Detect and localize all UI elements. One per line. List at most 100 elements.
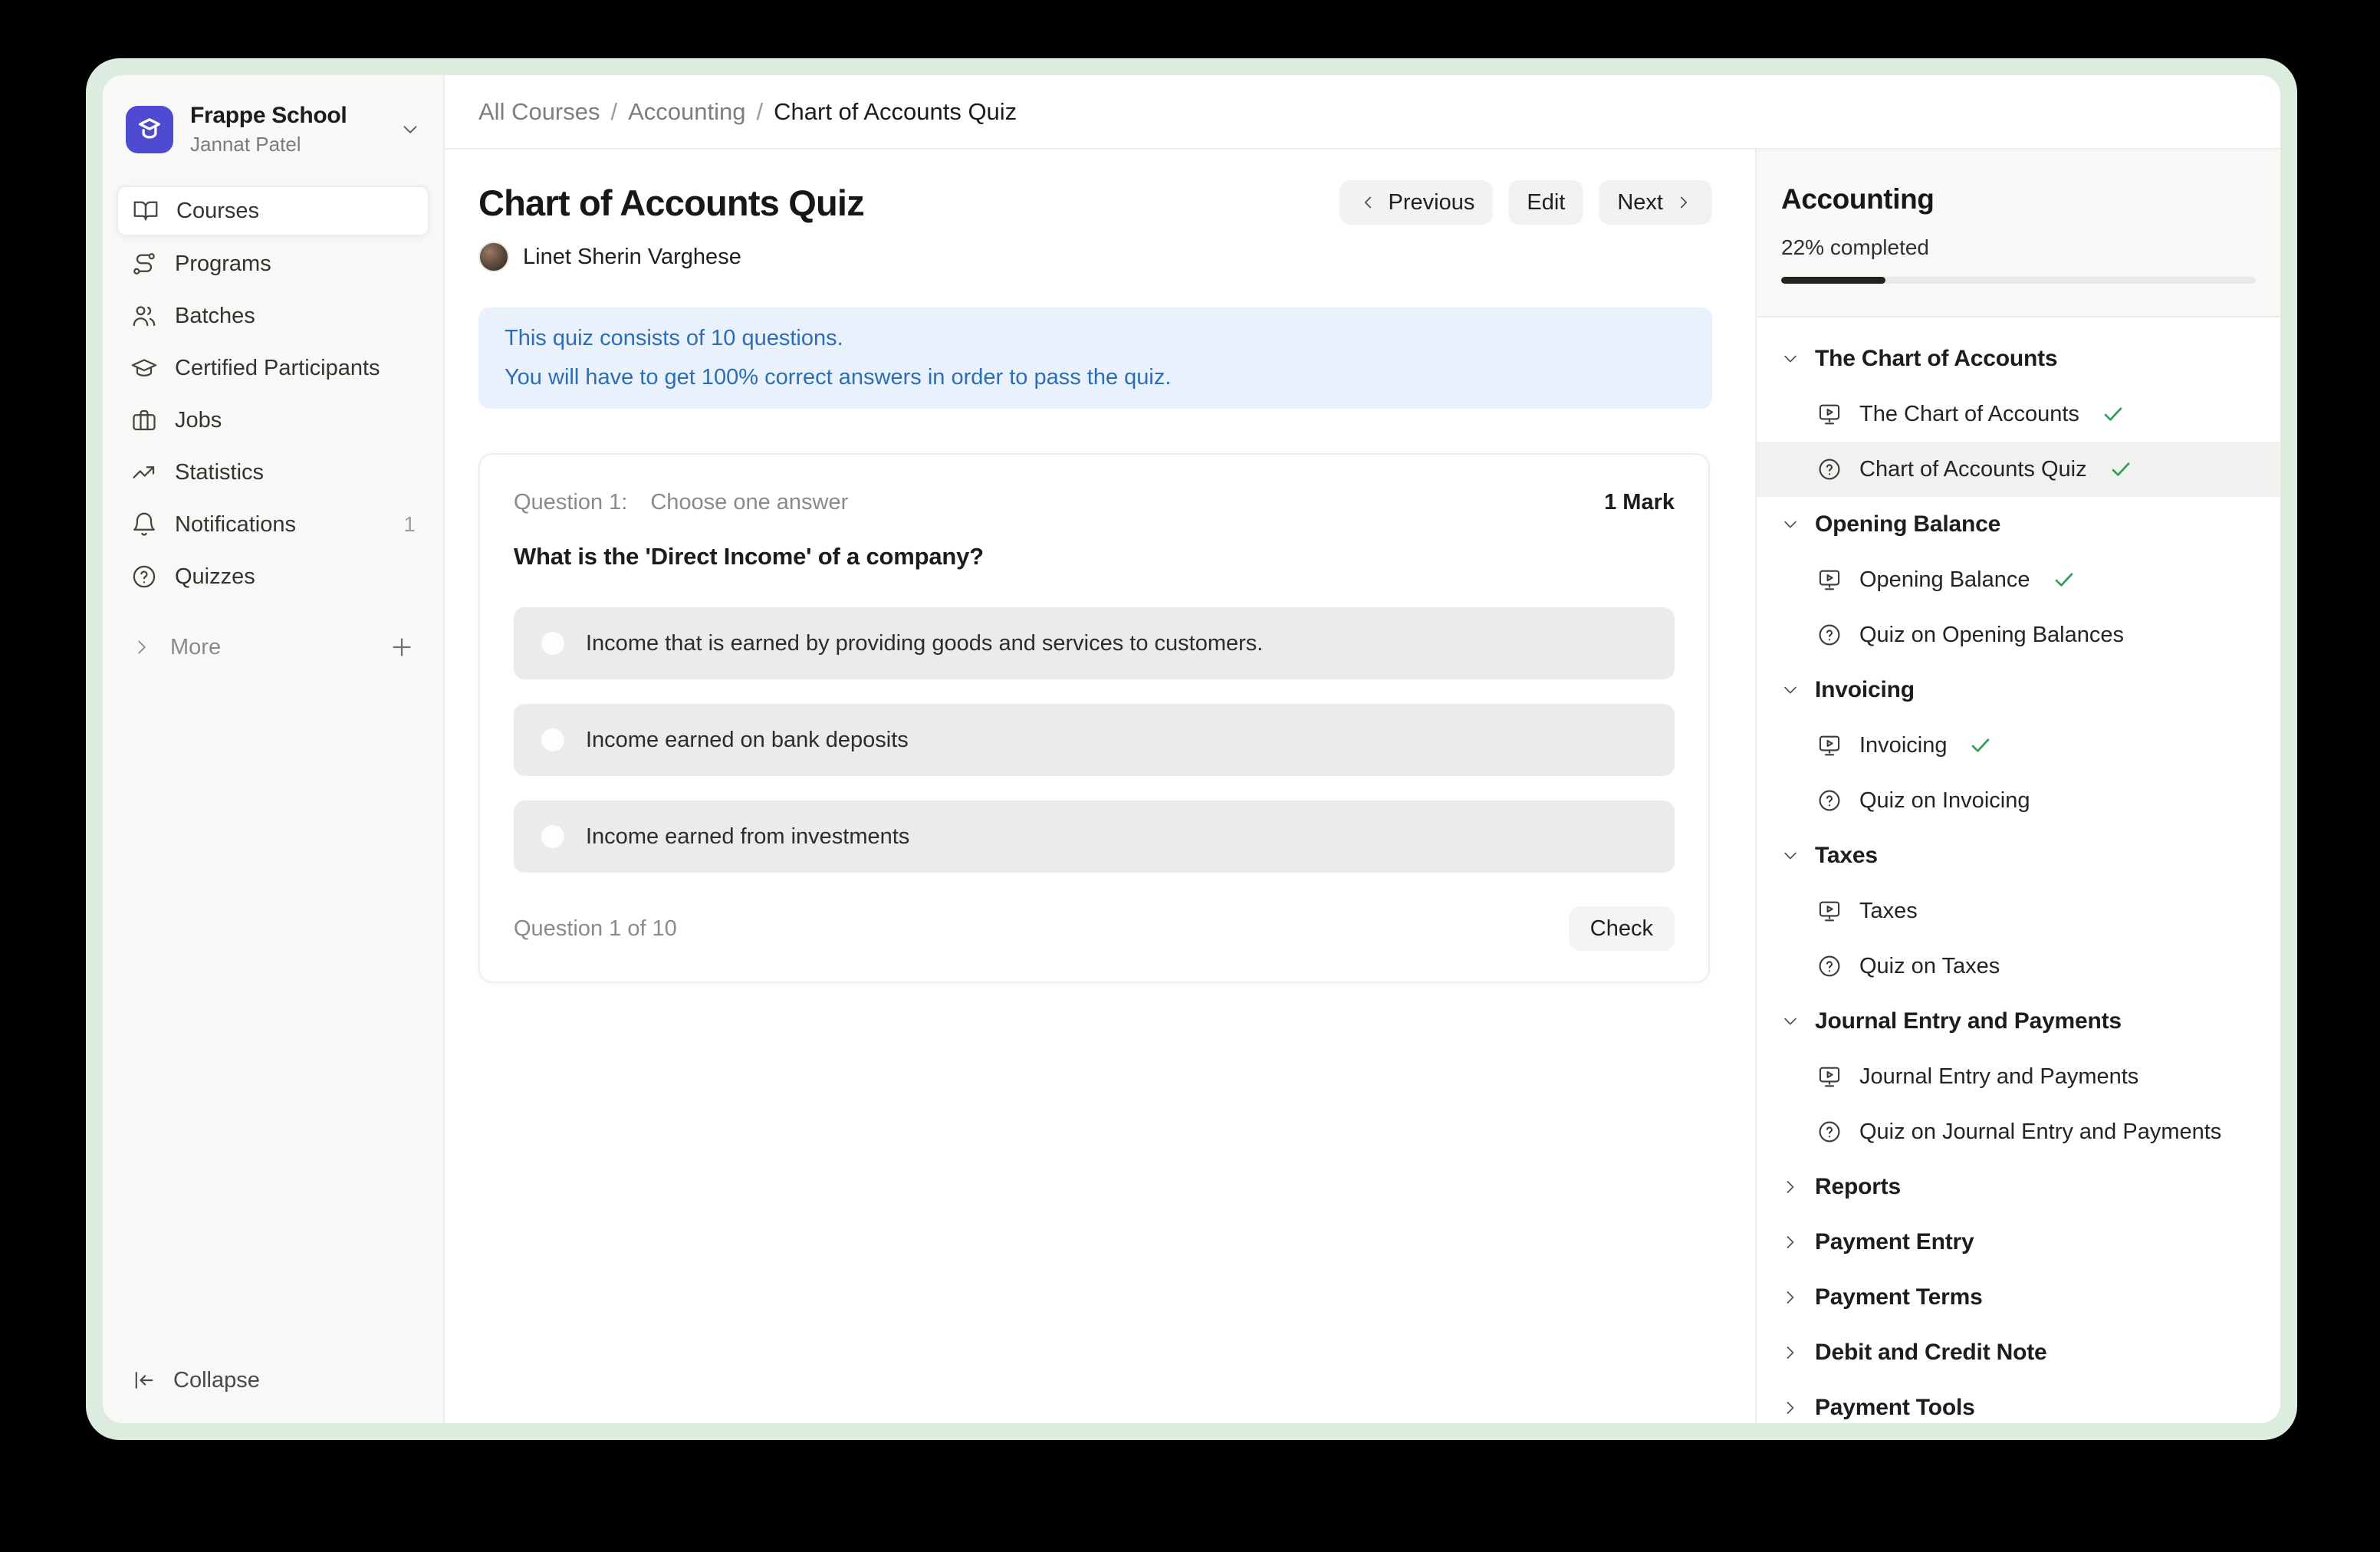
outline-lesson[interactable]: The Chart of Accounts xyxy=(1757,386,2280,442)
course-progress-bar xyxy=(1781,277,2256,284)
radio-button[interactable] xyxy=(541,632,564,655)
outline-quiz[interactable]: Quiz on Taxes xyxy=(1757,939,2280,994)
sidebar-item-jobs[interactable]: Jobs xyxy=(117,396,429,445)
chevron-left-icon xyxy=(1358,192,1378,212)
outline-quiz[interactable]: Quiz on Opening Balances xyxy=(1757,607,2280,663)
breadcrumb-bar: All Courses / Accounting / Chart of Acco… xyxy=(445,75,2280,150)
add-shortcut-button[interactable] xyxy=(388,633,416,661)
answer-option-2[interactable]: Income earned on bank deposits xyxy=(514,704,1675,776)
desktop-background: Frappe School Jannat Patel Courses Progr… xyxy=(0,0,2380,1552)
bell-icon xyxy=(130,511,158,538)
chevron-right-icon xyxy=(1780,1176,1801,1198)
answer-option-3[interactable]: Income earned from investments xyxy=(514,801,1675,873)
chevron-down-icon xyxy=(1780,679,1801,701)
question-number-label: Question 1: xyxy=(514,490,627,515)
outline-lesson[interactable]: Journal Entry and Payments xyxy=(1757,1049,2280,1104)
sidebar-item-label: Quizzes xyxy=(175,564,255,590)
sidebar-item-certified-participants[interactable]: Certified Participants xyxy=(117,344,429,393)
outline-section-invoicing[interactable]: Invoicing xyxy=(1757,663,2280,718)
breadcrumb: All Courses / Accounting / Chart of Acco… xyxy=(478,98,1017,126)
check-icon xyxy=(2101,402,2125,426)
outline-lesson[interactable]: Opening Balance xyxy=(1757,552,2280,607)
graduation-cap-icon xyxy=(130,354,158,382)
instruction-line: You will have to get 100% correct answer… xyxy=(505,367,1686,389)
course-progress-fill xyxy=(1781,277,1885,284)
trending-up-icon xyxy=(130,459,158,486)
breadcrumb-all-courses[interactable]: All Courses xyxy=(478,98,600,126)
edit-button[interactable]: Edit xyxy=(1508,180,1583,225)
question-marks: 1 Mark xyxy=(1604,490,1675,515)
outline-quiz-current[interactable]: Chart of Accounts Quiz xyxy=(1757,442,2280,497)
outline-section-journal-entry[interactable]: Journal Entry and Payments xyxy=(1757,994,2280,1049)
sidebar-item-label: Notifications xyxy=(175,512,296,538)
outline-lesson[interactable]: Taxes xyxy=(1757,883,2280,939)
chevron-right-icon xyxy=(1780,1342,1801,1363)
sidebar-item-label: Certified Participants xyxy=(175,356,380,381)
instruction-line: This quiz consists of 10 questions. xyxy=(505,327,1686,350)
outline-section-debit-credit-note[interactable]: Debit and Credit Note xyxy=(1757,1325,2280,1380)
window-frame: Frappe School Jannat Patel Courses Progr… xyxy=(86,58,2297,1440)
sidebar-item-programs[interactable]: Programs xyxy=(117,239,429,288)
answer-option-1[interactable]: Income that is earned by providing goods… xyxy=(514,607,1675,679)
collapse-sidebar-button[interactable]: Collapse xyxy=(117,1357,429,1403)
book-open-icon xyxy=(132,197,159,225)
quiz-main-area: Chart of Accounts Quiz Previous Edit Nex… xyxy=(445,150,1755,1423)
next-button[interactable]: Next xyxy=(1599,180,1712,225)
chevron-right-icon xyxy=(130,636,153,659)
route-icon xyxy=(130,250,158,278)
question-instruction: Choose one answer xyxy=(650,490,848,515)
school-name: Frappe School xyxy=(190,103,382,129)
outline-section-opening-balance[interactable]: Opening Balance xyxy=(1757,497,2280,552)
chevron-down-icon xyxy=(1780,514,1801,535)
collapse-sidebar-icon xyxy=(130,1367,156,1393)
notification-count-badge: 1 xyxy=(403,512,416,537)
breadcrumb-accounting[interactable]: Accounting xyxy=(628,98,745,126)
quiz-icon xyxy=(1816,1119,1843,1145)
help-circle-icon xyxy=(130,563,158,590)
chevron-down-icon xyxy=(1780,845,1801,866)
check-icon xyxy=(1968,733,1993,758)
outline-section-payment-terms[interactable]: Payment Terms xyxy=(1757,1270,2280,1325)
radio-button[interactable] xyxy=(541,825,564,848)
chevron-right-icon xyxy=(1674,192,1694,212)
sidebar-more-toggle[interactable]: More xyxy=(117,624,429,670)
outline-section-reports[interactable]: Reports xyxy=(1757,1159,2280,1215)
check-icon xyxy=(2109,457,2133,482)
quiz-icon xyxy=(1816,788,1843,814)
outline-lesson[interactable]: Invoicing xyxy=(1757,718,2280,773)
chevron-right-icon xyxy=(1780,1231,1801,1253)
frappe-school-logo-icon xyxy=(126,106,173,153)
outline-section-taxes[interactable]: Taxes xyxy=(1757,828,2280,883)
sidebar-item-label: Jobs xyxy=(175,408,222,433)
radio-button[interactable] xyxy=(541,728,564,751)
outline-section-payment-entry[interactable]: Payment Entry xyxy=(1757,1215,2280,1270)
answer-options: Income that is earned by providing goods… xyxy=(514,607,1675,873)
outline-quiz[interactable]: Quiz on Journal Entry and Payments xyxy=(1757,1104,2280,1159)
school-switcher[interactable]: Frappe School Jannat Patel xyxy=(117,90,429,169)
sidebar-item-label: Statistics xyxy=(175,460,264,485)
check-answer-button[interactable]: Check xyxy=(1569,906,1675,951)
chevron-right-icon xyxy=(1780,1397,1801,1419)
chevron-down-icon xyxy=(399,118,422,141)
outline-section-chart-of-accounts[interactable]: The Chart of Accounts xyxy=(1757,331,2280,386)
chevron-down-icon xyxy=(1780,348,1801,370)
sidebar-item-label: Programs xyxy=(175,252,271,277)
course-title: Accounting xyxy=(1781,183,2256,215)
sidebar-item-courses[interactable]: Courses xyxy=(117,186,429,236)
author-name: Linet Sherin Varghese xyxy=(523,245,741,270)
content-region: All Courses / Accounting / Chart of Acco… xyxy=(445,75,2280,1423)
outline-section-payment-tools[interactable]: Payment Tools xyxy=(1757,1380,2280,1423)
lesson-video-icon xyxy=(1816,401,1843,427)
outline-quiz[interactable]: Quiz on Invoicing xyxy=(1757,773,2280,828)
lesson-video-icon xyxy=(1816,567,1843,593)
quiz-icon xyxy=(1816,622,1843,648)
sidebar-item-notifications[interactable]: Notifications 1 xyxy=(117,500,429,549)
sidebar-item-quizzes[interactable]: Quizzes xyxy=(117,552,429,601)
question-card: Question 1: Choose one answer 1 Mark Wha… xyxy=(478,453,1710,983)
previous-button[interactable]: Previous xyxy=(1340,180,1494,225)
check-icon xyxy=(2052,567,2076,592)
sidebar-item-statistics[interactable]: Statistics xyxy=(117,448,429,497)
sidebar-item-batches[interactable]: Batches xyxy=(117,291,429,340)
lesson-video-icon xyxy=(1816,732,1843,758)
chevron-down-icon xyxy=(1780,1011,1801,1032)
